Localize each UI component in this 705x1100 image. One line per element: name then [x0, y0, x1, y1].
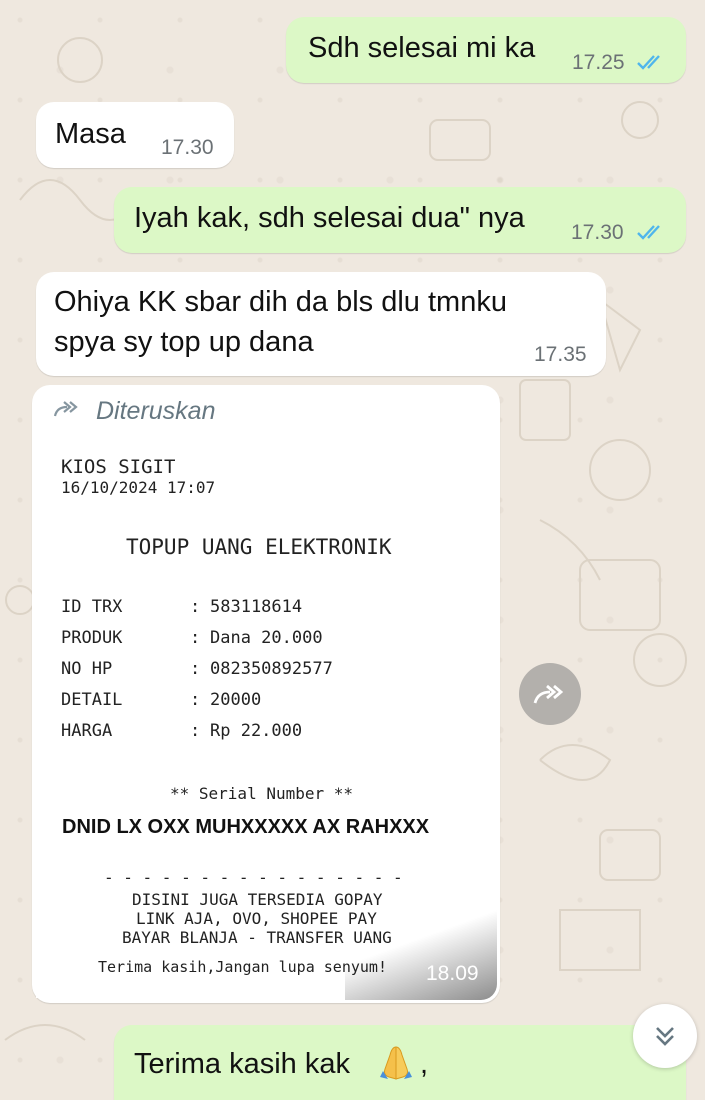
receipt-row-value: 082350892577 [210, 659, 333, 679]
message-time: 17.35 [534, 343, 587, 366]
message-text: Iyah kak, sdh selesai dua" nya [134, 202, 525, 234]
receipt-row-label: ID TRX [61, 597, 123, 617]
receipt-row-colon: : [190, 721, 201, 741]
message-time: 17.30 [161, 136, 214, 159]
receipt-serial-heading: ** Serial Number ** [170, 784, 354, 803]
receipt-row-colon: : [190, 597, 201, 617]
scroll-to-bottom-button[interactable] [633, 1004, 697, 1068]
receipt-footer-line: LINK AJA, OVO, SHOPEE PAY [136, 909, 377, 928]
message-time: 17.30 [571, 221, 624, 244]
receipt-datetime: 16/10/2024 17:07 [61, 478, 216, 497]
receipt-title: TOPUP UANG ELEKTRONIK [126, 535, 392, 559]
receipt-row-colon: : [190, 659, 201, 679]
message-trailing-text: , [420, 1048, 429, 1080]
receipt-row-colon: : [190, 690, 201, 710]
forwarded-label: Diteruskan [96, 397, 216, 425]
message-bubble-outgoing[interactable]: Iyah kak, sdh selesai dua" nya 17.30 [114, 187, 686, 253]
receipt-row-value: Dana 20.000 [210, 628, 323, 648]
message-text: Masa [55, 118, 126, 150]
message-text-line: spya sy top up dana [54, 326, 314, 358]
message-text: Terima kasih kak [134, 1048, 350, 1080]
receipt-row-label: PRODUK [61, 628, 123, 648]
receipt-thanks: Terima kasih,Jangan lupa senyum! [98, 958, 387, 976]
message-text: Sdh selesai mi ka [308, 32, 536, 64]
message-bubble-incoming[interactable]: Ohiya KK sbar dih da bls dlu tmnku spya … [36, 272, 606, 376]
message-text-line: Ohiya KK sbar dih da bls dlu tmnku [54, 286, 507, 318]
receipt-row-value: Rp 22.000 [210, 721, 303, 741]
receipt-row-colon: : [190, 628, 201, 648]
receipt-row-label: HARGA [61, 721, 113, 741]
receipt-row-value: 583118614 [210, 597, 303, 617]
forward-arrows-icon [533, 684, 564, 704]
receipt-store: KIOS SIGIT [61, 456, 176, 478]
message-bubble-outgoing[interactable]: Terima kasih kak , [114, 1025, 686, 1100]
message-time: 17.25 [572, 51, 625, 74]
chevron-double-down-icon [656, 1027, 674, 1046]
receipt-row-label: NO HP [61, 659, 113, 679]
message-time: 18.09 [426, 962, 479, 985]
receipt-row-label: DETAIL [61, 690, 123, 710]
receipt-divider: - - - - - - - - - - - - - - - - [104, 868, 403, 887]
forward-arrows-icon [53, 401, 78, 417]
message-bubble-outgoing[interactable]: Sdh selesai mi ka 17.25 [286, 17, 686, 83]
double-check-icon [637, 55, 660, 70]
receipt-serial-value: DNID LX OXX MUHXXXXX AX RAHXXX [62, 816, 430, 838]
double-check-icon [637, 225, 660, 240]
folded-hands-emoji [380, 1046, 412, 1080]
receipt-row-value: 20000 [210, 690, 262, 710]
message-bubble-incoming[interactable]: Masa 17.30 [36, 102, 234, 168]
forward-button[interactable] [519, 663, 581, 725]
